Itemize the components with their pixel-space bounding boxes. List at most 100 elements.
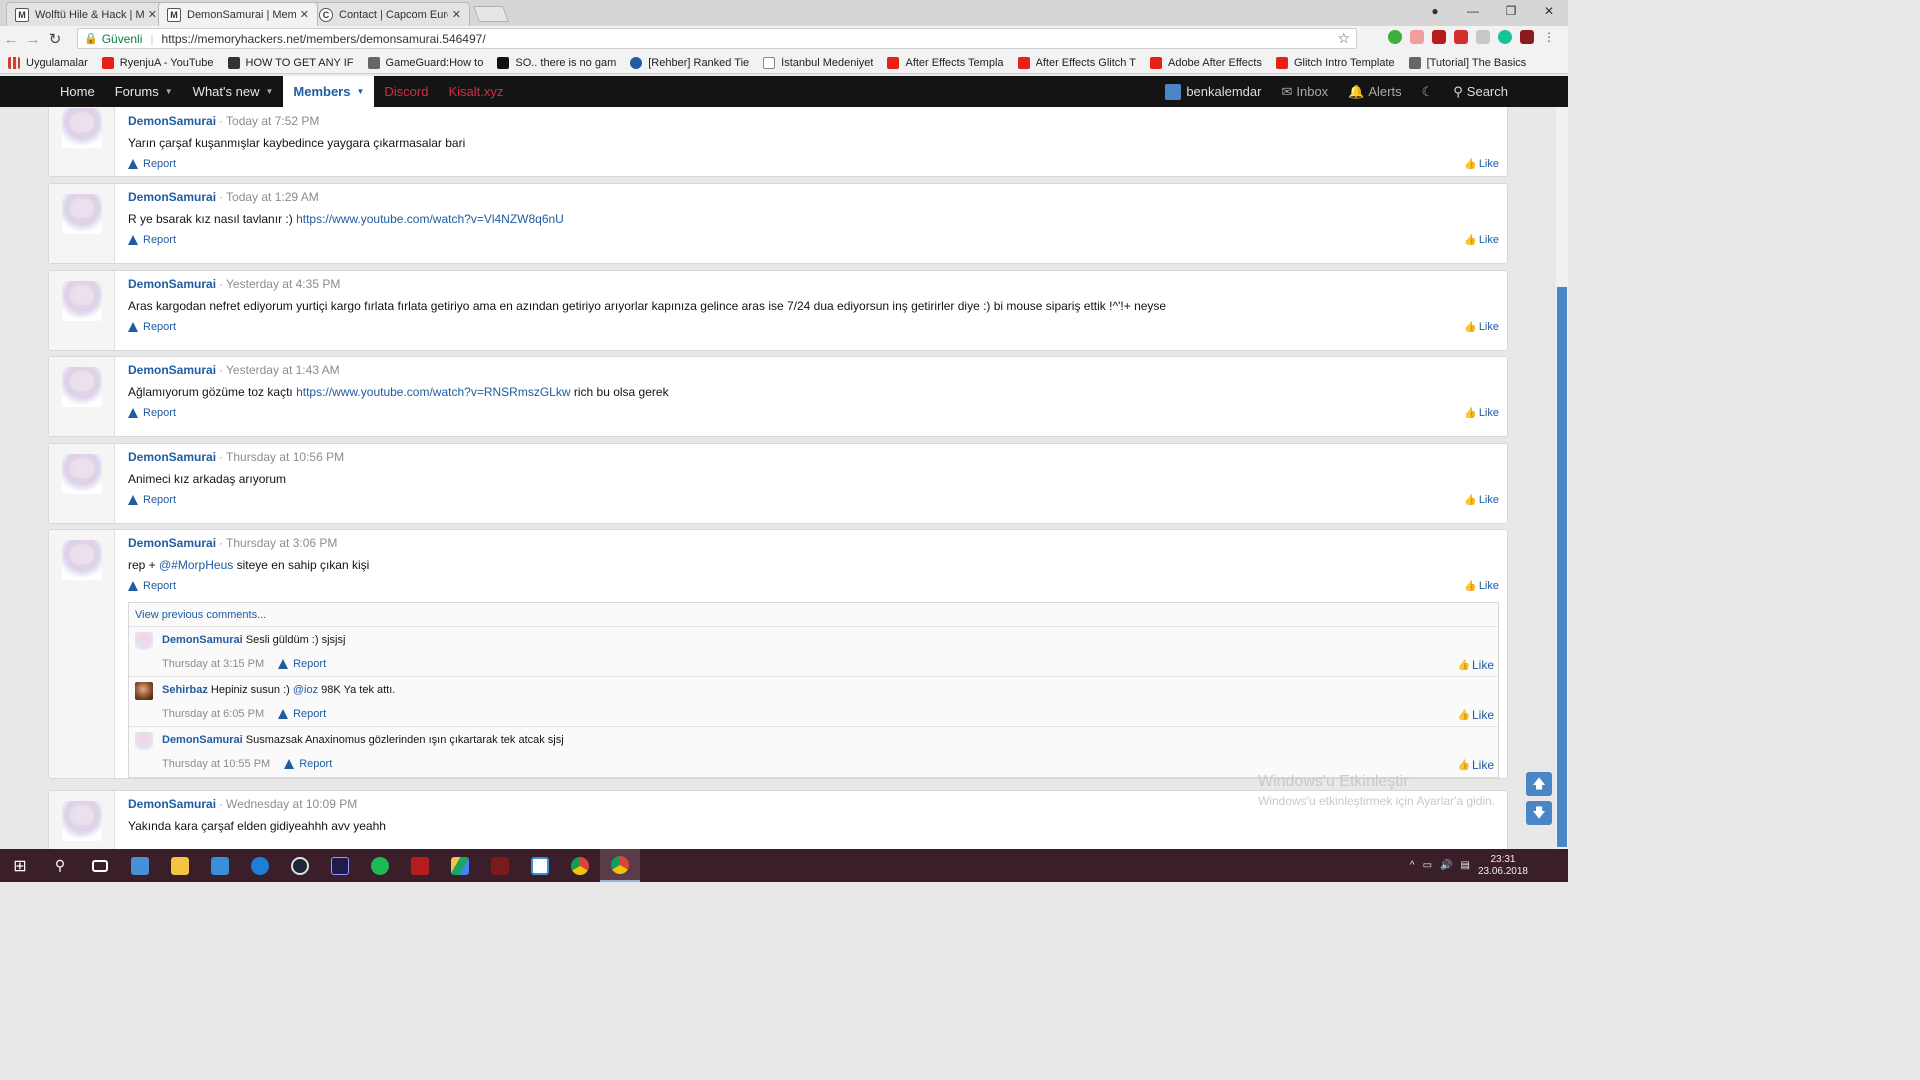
like-link[interactable]: 👍 Like — [1464, 407, 1499, 419]
browser-tab-capcom[interactable]: C Contact | Capcom Europe ✕ — [310, 2, 470, 26]
report-link[interactable]: Report — [128, 158, 176, 170]
avatar[interactable] — [62, 281, 102, 321]
taskbar-app[interactable] — [320, 849, 360, 882]
url-field[interactable]: 🔒 Güvenli | https://memoryhackers.net/me… — [77, 28, 1357, 49]
nav-members[interactable]: Members ▼ — [283, 76, 375, 107]
comment-time[interactable]: Thursday at 3:15 PM — [162, 658, 264, 670]
scroll-bottom-button[interactable]: 🡇 — [1526, 801, 1552, 825]
taskbar-app[interactable] — [440, 849, 480, 882]
post-author[interactable]: DemonSamurai — [128, 536, 216, 550]
bookmark-item[interactable]: After Effects Glitch T — [1017, 56, 1136, 69]
chevron-down-icon[interactable]: ▼ — [265, 87, 273, 96]
post-time[interactable]: Yesterday at 1:43 AM — [226, 363, 340, 377]
taskbar-app[interactable] — [480, 849, 520, 882]
bookmark-item[interactable]: Adobe After Effects — [1149, 56, 1262, 69]
chevron-down-icon[interactable]: ▼ — [356, 87, 364, 96]
avatar[interactable] — [135, 682, 153, 700]
network-icon[interactable]: ▭ — [1423, 860, 1432, 871]
close-tab-icon[interactable]: ✕ — [148, 8, 157, 21]
nav-inbox[interactable]: ✉ Inbox — [1271, 76, 1338, 107]
nav-discord[interactable]: Discord — [374, 76, 438, 107]
reload-icon[interactable]: ↻ — [44, 30, 66, 48]
post-author[interactable]: DemonSamurai — [128, 363, 216, 377]
maximize-icon[interactable]: ❐ — [1492, 4, 1530, 18]
start-button[interactable]: ⊞ — [0, 849, 40, 882]
extension-grammarly-icon[interactable] — [1498, 30, 1512, 44]
taskbar-app[interactable] — [200, 849, 240, 882]
menu-dots-icon[interactable]: ⋮ — [1542, 30, 1556, 44]
taskbar-app[interactable] — [120, 849, 160, 882]
extension-grey-icon[interactable] — [1476, 30, 1490, 44]
taskbar-app-active[interactable] — [600, 849, 640, 882]
taskbar-app[interactable] — [160, 849, 200, 882]
avatar[interactable] — [62, 108, 102, 148]
new-tab-button[interactable] — [473, 6, 509, 22]
like-link[interactable]: 👍 Like — [1458, 758, 1494, 772]
volume-icon[interactable]: 🔊 — [1440, 860, 1452, 871]
bookmark-item[interactable]: GameGuard:How to — [367, 56, 483, 69]
close-tab-icon[interactable]: ✕ — [452, 8, 461, 21]
page-scrollbar[interactable] — [1556, 107, 1568, 849]
taskbar-app[interactable] — [520, 849, 560, 882]
nav-account[interactable]: benkalemdar — [1155, 76, 1271, 107]
bookmark-item[interactable]: Glitch Intro Template — [1275, 56, 1395, 69]
view-previous-comments-link[interactable]: View previous comments... — [129, 603, 1498, 627]
close-tab-icon[interactable]: ✕ — [300, 8, 309, 21]
report-link[interactable]: Report — [128, 321, 176, 333]
youtube-link[interactable]: https://www.youtube.com/watch?v=Vl4NZW8q… — [296, 212, 564, 226]
extension-shield-icon[interactable] — [1520, 30, 1534, 44]
bookmark-item[interactable]: [Rehber] Ranked Tie — [630, 56, 749, 69]
bookmark-item[interactable]: İstanbul Medeniyet — [763, 56, 873, 69]
bookmark-item[interactable]: After Effects Templa — [887, 56, 1004, 69]
notification-icon[interactable]: ▤ — [1460, 860, 1469, 871]
mention-link[interactable]: @ioz — [293, 684, 318, 696]
comment-author[interactable]: DemonSamurai — [162, 634, 243, 646]
post-time[interactable]: Thursday at 3:06 PM — [226, 536, 337, 550]
url-text[interactable]: https://memoryhackers.net/members/demons… — [162, 32, 486, 46]
post-time[interactable]: Yesterday at 4:35 PM — [226, 277, 340, 291]
extension-darkred-icon[interactable] — [1432, 30, 1446, 44]
nav-forums[interactable]: Forums ▼ — [105, 76, 183, 107]
like-link[interactable]: 👍 Like — [1464, 158, 1499, 170]
bookmark-item[interactable]: [Tutorial] The Basics — [1408, 56, 1526, 69]
chevron-down-icon[interactable]: ▼ — [165, 87, 173, 96]
post-time[interactable]: Wednesday at 10:09 PM — [226, 797, 357, 811]
post-time[interactable]: Today at 1:29 AM — [226, 190, 319, 204]
comment-author[interactable]: Sehirbaz — [162, 684, 208, 696]
post-author[interactable]: DemonSamurai — [128, 114, 216, 128]
avatar[interactable] — [62, 540, 102, 580]
scrollbar-thumb[interactable] — [1557, 287, 1567, 847]
report-link[interactable]: Report — [278, 708, 326, 720]
taskbar-app[interactable] — [240, 849, 280, 882]
bookmark-item[interactable]: RyenjuA - YouTube — [101, 56, 214, 69]
scroll-top-button[interactable]: 🡅 — [1526, 772, 1552, 796]
avatar[interactable] — [62, 194, 102, 234]
nav-kisalt[interactable]: Kisalt.xyz — [438, 76, 513, 107]
nav-search[interactable]: ⚲ Search — [1443, 76, 1518, 107]
chevron-up-icon[interactable]: ^ — [1410, 860, 1415, 871]
task-view-button[interactable] — [80, 849, 120, 882]
avatar[interactable] — [62, 801, 102, 841]
browser-tab-demonsamurai[interactable]: M DemonSamurai | Memory ✕ — [158, 2, 318, 26]
comment-time[interactable]: Thursday at 6:05 PM — [162, 708, 264, 720]
forward-icon[interactable]: → — [22, 31, 44, 48]
post-author[interactable]: DemonSamurai — [128, 190, 216, 204]
post-time[interactable]: Thursday at 10:56 PM — [226, 450, 344, 464]
like-link[interactable]: 👍 Like — [1458, 708, 1494, 722]
bookmark-item[interactable]: HOW TO GET ANY IF — [227, 56, 354, 69]
report-link[interactable]: Report — [284, 758, 332, 770]
nav-alerts[interactable]: 🔔 Alerts — [1338, 76, 1411, 107]
post-author[interactable]: DemonSamurai — [128, 277, 216, 291]
like-link[interactable]: 👍 Like — [1464, 321, 1499, 333]
back-icon[interactable]: ← — [0, 31, 22, 48]
post-time[interactable]: Today at 7:52 PM — [226, 114, 319, 128]
like-link[interactable]: 👍 Like — [1458, 658, 1494, 672]
minimize-icon[interactable]: — — [1454, 4, 1492, 18]
like-link[interactable]: 👍 Like — [1464, 234, 1499, 246]
taskbar-app[interactable] — [400, 849, 440, 882]
nav-home[interactable]: Home — [50, 76, 105, 107]
bookmark-apps[interactable]: Uygulamalar — [8, 56, 88, 69]
taskbar-app[interactable] — [560, 849, 600, 882]
avatar[interactable] — [135, 632, 153, 650]
avatar[interactable] — [135, 732, 153, 750]
